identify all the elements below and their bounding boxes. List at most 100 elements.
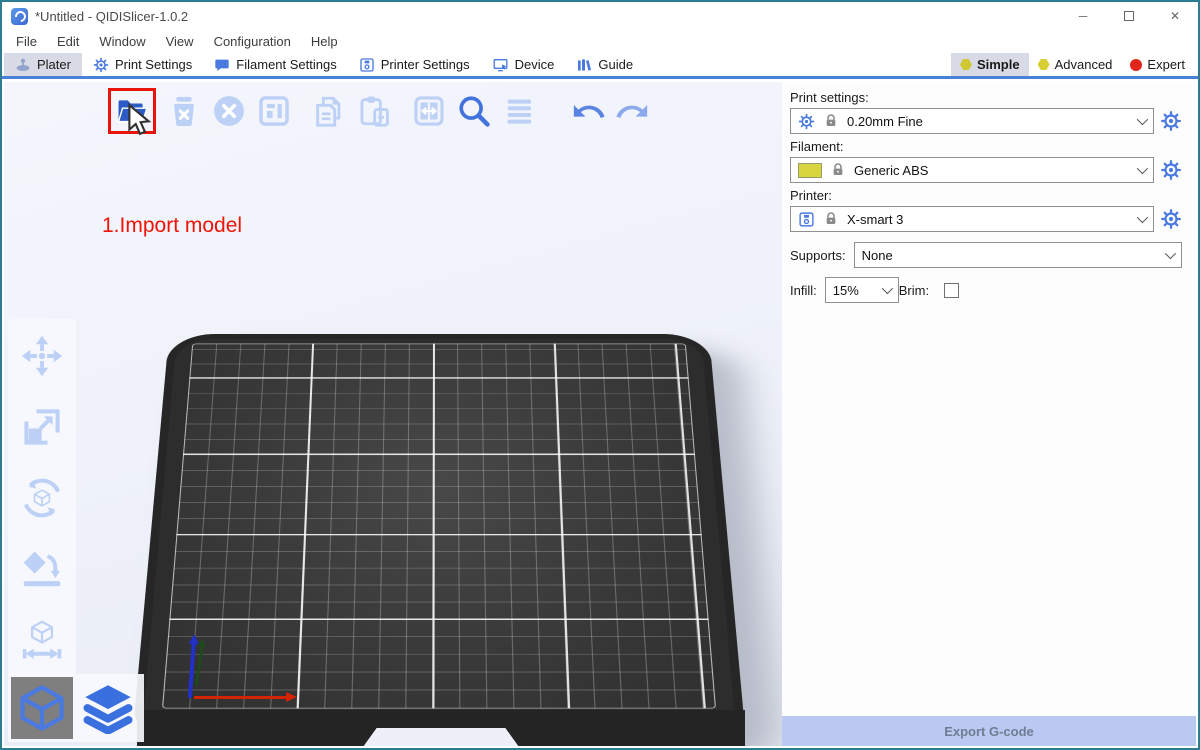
supports-dropdown[interactable]: None (854, 242, 1182, 268)
print-settings-value: 0.20mm Fine (847, 114, 923, 129)
maximize-icon (1124, 11, 1134, 21)
redo-icon (616, 94, 650, 128)
menu-window[interactable]: Window (89, 34, 155, 49)
window-controls: ─ ✕ (1060, 2, 1198, 30)
menu-edit[interactable]: Edit (47, 34, 89, 49)
infill-value: 15% (833, 283, 859, 298)
menu-help[interactable]: Help (301, 34, 348, 49)
tutorial-annotation: 1.Import model (102, 214, 242, 238)
delete-all-button[interactable] (209, 91, 249, 131)
main-area: 1.Import model (4, 82, 1196, 746)
app-window: *Untitled - QIDISlicer-1.0.2 ─ ✕ File Ed… (0, 0, 1200, 750)
tab-label: Plater (37, 57, 71, 72)
paste-icon (357, 94, 391, 128)
arrange-button[interactable] (254, 91, 294, 131)
place-on-face-button[interactable] (19, 546, 65, 592)
paste-button[interactable] (354, 91, 394, 131)
filament-icon (214, 57, 230, 73)
gear-icon (798, 113, 815, 130)
editor-3d-button[interactable] (11, 677, 73, 739)
menu-configuration[interactable]: Configuration (204, 34, 301, 49)
scale-button[interactable] (19, 404, 65, 450)
undo-button[interactable] (568, 91, 608, 131)
move-button[interactable] (19, 333, 65, 379)
filament-value: Generic ABS (854, 163, 928, 178)
plater-toolbar (108, 88, 658, 134)
mode-label: Expert (1147, 57, 1185, 72)
mode-simple[interactable]: Simple (951, 53, 1029, 76)
tab-printer-settings[interactable]: Printer Settings (348, 53, 481, 76)
device-icon (492, 57, 509, 73)
undo-icon (571, 94, 605, 128)
menu-file[interactable]: File (6, 34, 47, 49)
build-plate-front (137, 710, 745, 746)
edit-print-settings-button[interactable] (1160, 110, 1182, 132)
printer-row: X-smart 3 (790, 206, 1182, 232)
lock-icon (823, 211, 839, 227)
chevron-down-icon (1137, 163, 1148, 174)
filament-row: Generic ABS (790, 157, 1182, 183)
plater-icon (15, 57, 31, 73)
tab-filament-settings[interactable]: Filament Settings (203, 53, 347, 76)
simple-mode-icon (960, 59, 972, 71)
mode-switcher: Simple Advanced Expert (951, 53, 1198, 76)
lock-icon (830, 162, 846, 178)
delete-icon (167, 94, 201, 128)
chevron-down-icon (1137, 212, 1148, 223)
infill-dropdown[interactable]: 15% (825, 277, 899, 303)
mouse-cursor-icon (123, 103, 157, 137)
preview-layers-icon (82, 682, 134, 734)
place-on-face-icon (20, 547, 64, 591)
mode-expert[interactable]: Expert (1121, 53, 1194, 76)
mode-advanced[interactable]: Advanced (1029, 53, 1122, 76)
minimize-button[interactable]: ─ (1060, 2, 1106, 30)
redo-button[interactable] (613, 91, 653, 131)
filament-dropdown[interactable]: Generic ABS (790, 157, 1154, 183)
delete-button[interactable] (164, 91, 204, 131)
viewport-3d[interactable]: 1.Import model (4, 82, 782, 746)
advanced-mode-icon (1038, 59, 1050, 71)
edit-filament-button[interactable] (1160, 159, 1182, 181)
printer-icon (798, 211, 815, 228)
axis-x-arrow (194, 696, 292, 699)
close-button[interactable]: ✕ (1152, 2, 1198, 30)
variable-layer-height-button[interactable] (499, 91, 539, 131)
tab-print-settings[interactable]: Print Settings (82, 53, 203, 76)
search-icon (457, 94, 491, 128)
chevron-down-icon (1137, 114, 1148, 125)
tab-device[interactable]: Device (481, 53, 566, 76)
maximize-button[interactable] (1106, 2, 1152, 30)
filament-color-swatch (798, 163, 822, 178)
tab-plater[interactable]: Plater (4, 53, 82, 76)
rotate-button[interactable] (19, 475, 65, 521)
menu-view[interactable]: View (156, 34, 204, 49)
printer-dropdown[interactable]: X-smart 3 (790, 206, 1154, 232)
scale-icon (20, 405, 64, 449)
edit-printer-button[interactable] (1160, 208, 1182, 230)
printer-icon (359, 57, 375, 73)
tab-label: Printer Settings (381, 57, 470, 72)
export-gcode-button[interactable]: Export G-code (782, 716, 1196, 746)
settings-panel: Print settings: 0.20mm Fine Filament: Ge… (782, 82, 1196, 746)
window-title: *Untitled - QIDISlicer-1.0.2 (35, 9, 188, 24)
build-plate (132, 334, 747, 744)
search-button[interactable] (454, 91, 494, 131)
tab-label: Filament Settings (236, 57, 336, 72)
supports-value: None (862, 248, 893, 263)
printer-value: X-smart 3 (847, 212, 903, 227)
import-model-button[interactable] (112, 92, 152, 130)
split-button[interactable] (409, 91, 449, 131)
brim-checkbox[interactable] (944, 283, 959, 298)
tab-label: Guide (598, 57, 633, 72)
tab-label: Device (515, 57, 555, 72)
gear-icon (1160, 159, 1182, 181)
tab-guide[interactable]: Guide (565, 53, 644, 76)
supports-row: Supports: None (790, 242, 1182, 268)
preview-button[interactable] (77, 677, 139, 739)
copy-button[interactable] (309, 91, 349, 131)
measure-button[interactable] (19, 617, 65, 663)
gear-icon (1160, 208, 1182, 230)
copy-icon (312, 94, 346, 128)
print-settings-dropdown[interactable]: 0.20mm Fine (790, 108, 1154, 134)
gear-icon (1160, 110, 1182, 132)
